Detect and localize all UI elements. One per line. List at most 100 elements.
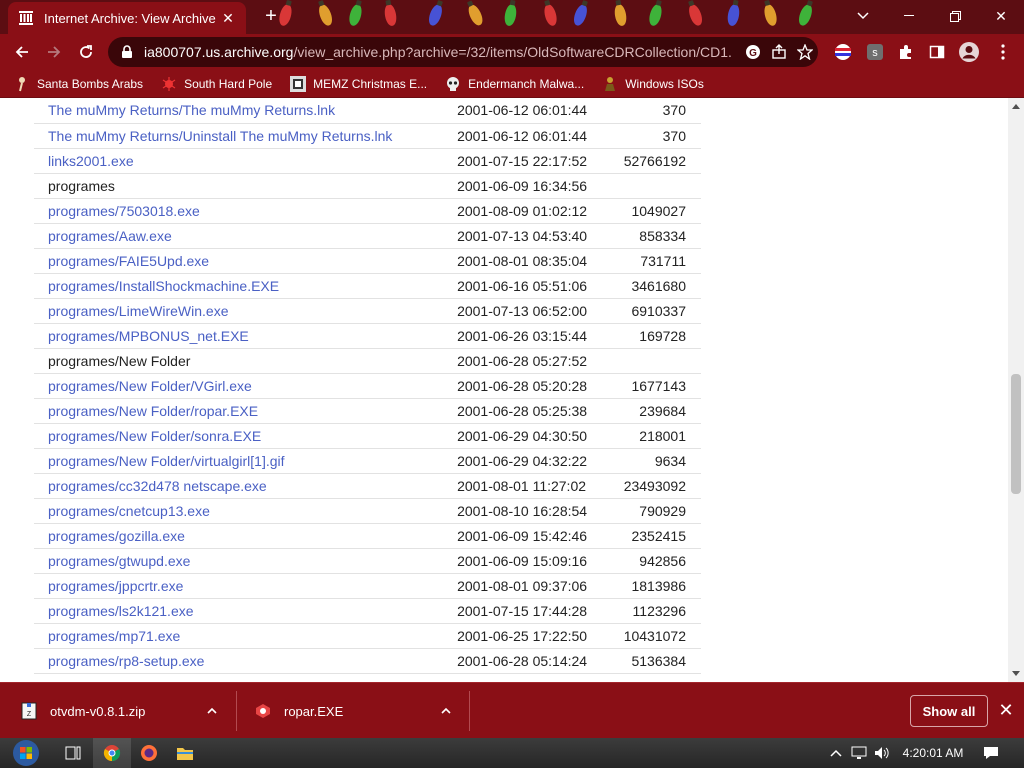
file-name-cell: links2001.exe xyxy=(34,148,458,174)
download-separator xyxy=(469,691,470,731)
back-arrow-icon[interactable] xyxy=(8,38,36,66)
table-row: programes/InstallShockmachine.EXE 2001-06… xyxy=(34,273,701,299)
file-name-cell: programes/New Folder/ropar.EXE xyxy=(34,398,458,424)
file-name-cell: programes/cc32d478 netscape.exe xyxy=(34,473,458,499)
file-link[interactable]: programes/New Folder/VGirl.exe xyxy=(48,378,252,394)
file-explorer-taskbar-icon[interactable] xyxy=(166,738,204,768)
file-link[interactable]: programes/cc32d478 netscape.exe xyxy=(48,478,267,494)
restore-icon[interactable] xyxy=(932,0,978,32)
file-name-cell: programes xyxy=(34,173,458,199)
tray-overflow-chevron-icon[interactable] xyxy=(828,745,844,761)
file-date-cell: 2001-08-09 01:02:12 xyxy=(457,198,624,224)
file-name-cell: programes/New Folder/virtualgirl[1].gif xyxy=(34,448,458,474)
file-size-cell: 1123296 xyxy=(623,598,701,624)
file-date-cell: 2001-08-01 11:27:02 xyxy=(457,473,624,499)
file-name-cell: programes/cnetcup13.exe xyxy=(34,498,458,524)
profile-avatar-icon[interactable] xyxy=(956,39,982,65)
file-link[interactable]: programes/cnetcup13.exe xyxy=(48,503,210,519)
chrome-taskbar-icon[interactable] xyxy=(93,738,131,768)
bookmark-santa-bombs-arabs[interactable]: Santa Bombs Arabs xyxy=(14,76,143,92)
taskbar-clock[interactable]: 4:20:01 AM xyxy=(892,738,974,768)
file-link[interactable]: programes/rp8-setup.exe xyxy=(48,653,204,669)
firefox-taskbar-icon[interactable] xyxy=(130,738,168,768)
share-icon[interactable] xyxy=(766,39,792,65)
browser-menu-dots-icon[interactable] xyxy=(990,39,1016,65)
file-link[interactable]: links2001.exe xyxy=(48,153,134,169)
file-size-cell: 370 xyxy=(623,98,701,124)
file-link[interactable]: programes/gozilla.exe xyxy=(48,528,185,544)
side-panel-icon[interactable] xyxy=(924,39,950,65)
pin-icon xyxy=(14,76,30,92)
url-text[interactable]: ia800707.us.archive.org/view_archive.php… xyxy=(144,44,740,60)
table-row: programes 2001-06-09 16:34:56 xyxy=(34,173,701,199)
bookmark-windows-isos[interactable]: Windows ISOs xyxy=(602,76,704,92)
volume-icon[interactable] xyxy=(874,745,890,761)
svg-text:Z: Z xyxy=(27,711,32,718)
file-size-cell: 790929 xyxy=(623,498,701,524)
bookmark-memz-christmas[interactable]: MEMZ Christmas E... xyxy=(290,75,427,92)
file-size-cell: 370 xyxy=(623,123,701,149)
new-tab-plus-icon[interactable]: + xyxy=(262,6,280,26)
file-link[interactable]: programes/ls2k121.exe xyxy=(48,603,194,619)
file-link[interactable]: programes/New Folder/virtualgirl[1].gif xyxy=(48,453,285,469)
action-center-notification-icon[interactable] xyxy=(983,745,999,761)
close-shelf-icon[interactable]: ✕ xyxy=(996,700,1016,722)
file-link[interactable]: programes/New Folder/ropar.EXE xyxy=(48,403,258,419)
bookmark-star-icon[interactable] xyxy=(792,39,818,65)
file-link[interactable]: The muMmy Returns/Uninstall The muMmy Re… xyxy=(48,128,392,144)
scroll-up-arrow-icon[interactable] xyxy=(1012,104,1020,109)
scrollbar-thumb[interactable] xyxy=(1011,374,1021,494)
bookmark-endermanch-malware[interactable]: Endermanch Malwa... xyxy=(445,76,584,92)
show-all-downloads-button[interactable]: Show all xyxy=(910,695,988,727)
file-link[interactable]: programes/gtwupd.exe xyxy=(48,553,190,569)
flag-extension-icon[interactable] xyxy=(830,39,856,65)
file-link[interactable]: programes/InstallShockmachine.EXE xyxy=(48,278,279,294)
file-name-cell: programes/jppcrtr.exe xyxy=(34,573,458,599)
forward-arrow-icon[interactable] xyxy=(40,38,68,66)
file-name-cell: programes/New Folder/VGirl.exe xyxy=(34,373,458,399)
file-date-cell: 2001-06-26 03:15:44 xyxy=(457,323,624,349)
download-options-chevron-icon[interactable] xyxy=(440,705,452,717)
window-close-icon[interactable]: ✕ xyxy=(978,0,1024,32)
file-link[interactable]: programes/FAIE5Upd.exe xyxy=(48,253,209,269)
figure-icon xyxy=(602,76,618,92)
file-size-cell: 731711 xyxy=(623,248,701,274)
file-size-cell: 6910337 xyxy=(623,298,701,324)
file-size-cell: 3461680 xyxy=(623,273,701,299)
tab-close-icon[interactable]: ✕ xyxy=(220,10,236,27)
bookmark-south-hard-pole[interactable]: South Hard Pole xyxy=(161,76,272,92)
file-name-cell: programes/MPBONUS_net.EXE xyxy=(34,323,458,349)
address-bar[interactable]: ia800707.us.archive.org/view_archive.php… xyxy=(108,37,818,67)
file-link[interactable]: programes/jppcrtr.exe xyxy=(48,578,183,594)
file-name-cell: The muMmy Returns/The muMmy Returns.lnk xyxy=(34,98,458,124)
file-link[interactable]: programes/MPBONUS_net.EXE xyxy=(48,328,249,344)
download-options-chevron-icon[interactable] xyxy=(206,705,218,717)
minimize-icon[interactable] xyxy=(886,0,932,32)
file-link[interactable]: programes/LimeWireWin.exe xyxy=(48,303,229,319)
start-orb-icon[interactable] xyxy=(6,738,46,768)
task-view-icon[interactable] xyxy=(54,738,92,768)
page-scrollbar[interactable] xyxy=(1008,98,1024,682)
windows-taskbar: 4:20:01 AM xyxy=(0,738,1024,768)
reload-icon[interactable] xyxy=(72,38,100,66)
scroll-down-arrow-icon[interactable] xyxy=(1012,671,1020,676)
file-date-cell: 2001-07-15 22:17:52 xyxy=(457,148,624,174)
extensions-puzzle-icon[interactable] xyxy=(893,39,919,65)
tab-search-chevron-icon[interactable] xyxy=(840,0,886,32)
file-name-cell: programes/gtwupd.exe xyxy=(34,548,458,574)
download-item-ropar[interactable]: ropar.EXE xyxy=(254,691,343,731)
file-link[interactable]: programes/7503018.exe xyxy=(48,203,200,219)
file-link[interactable]: programes/Aaw.exe xyxy=(48,228,172,244)
file-date-cell: 2001-06-29 04:32:22 xyxy=(457,448,624,474)
download-item-otvdm[interactable]: Z otvdm-v0.8.1.zip xyxy=(20,691,145,731)
network-icon[interactable] xyxy=(851,745,867,761)
file-link[interactable]: The muMmy Returns/The muMmy Returns.lnk xyxy=(48,102,335,118)
google-lens-icon[interactable]: G xyxy=(740,39,766,65)
tab-internet-archive[interactable]: Internet Archive: View Archive ✕ xyxy=(8,2,246,34)
file-link[interactable]: programes/mp71.exe xyxy=(48,628,180,644)
s-extension-icon[interactable]: s xyxy=(862,39,888,65)
file-name-cell: programes/ls2k121.exe xyxy=(34,598,458,624)
bookmarks-bar: Santa Bombs Arabs South Hard Pole MEMZ C… xyxy=(0,70,1024,98)
file-link[interactable]: programes/New Folder/sonra.EXE xyxy=(48,428,261,444)
lock-icon[interactable] xyxy=(120,45,134,59)
